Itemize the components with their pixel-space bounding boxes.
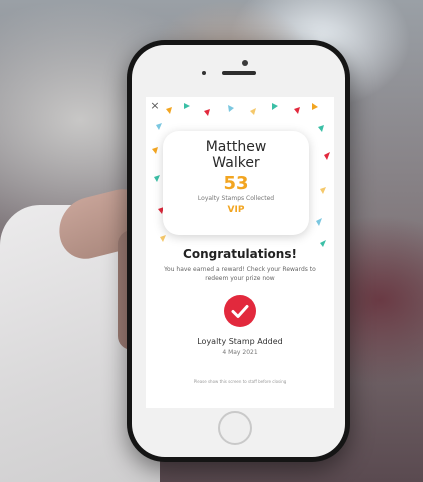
first-name: Matthew	[205, 139, 267, 155]
phone: × Matthew Walker 53 Loyalty Stamps Colle…	[127, 40, 350, 462]
close-icon[interactable]: ×	[148, 99, 162, 113]
stamp-added-label: Loyalty Stamp Added	[197, 337, 283, 346]
checkmark-icon	[224, 295, 256, 327]
member-card: Matthew Walker 53 Loyalty Stamps Collect…	[163, 131, 309, 235]
home-button[interactable]	[218, 411, 252, 445]
stamp-count: 53	[223, 173, 249, 194]
front-camera	[242, 60, 248, 66]
stamp-count-label: Loyalty Stamps Collected	[197, 195, 275, 202]
tier-badge: VIP	[227, 205, 245, 215]
reward-message: You have earned a reward! Check your Rew…	[164, 266, 316, 282]
last-name: Walker	[212, 155, 260, 171]
congrats-heading: Congratulations!	[183, 247, 297, 261]
proximity-sensor	[202, 71, 206, 75]
customer-name: Matthew Walker	[163, 139, 309, 171]
loyalty-screen: × Matthew Walker 53 Loyalty Stamps Colle…	[146, 97, 334, 408]
stamp-date: 4 May 2021	[222, 349, 258, 356]
earpiece-speaker	[222, 71, 256, 75]
staff-notice: Please show this screen to staff before …	[193, 379, 287, 384]
phone-face: × Matthew Walker 53 Loyalty Stamps Colle…	[132, 45, 345, 457]
